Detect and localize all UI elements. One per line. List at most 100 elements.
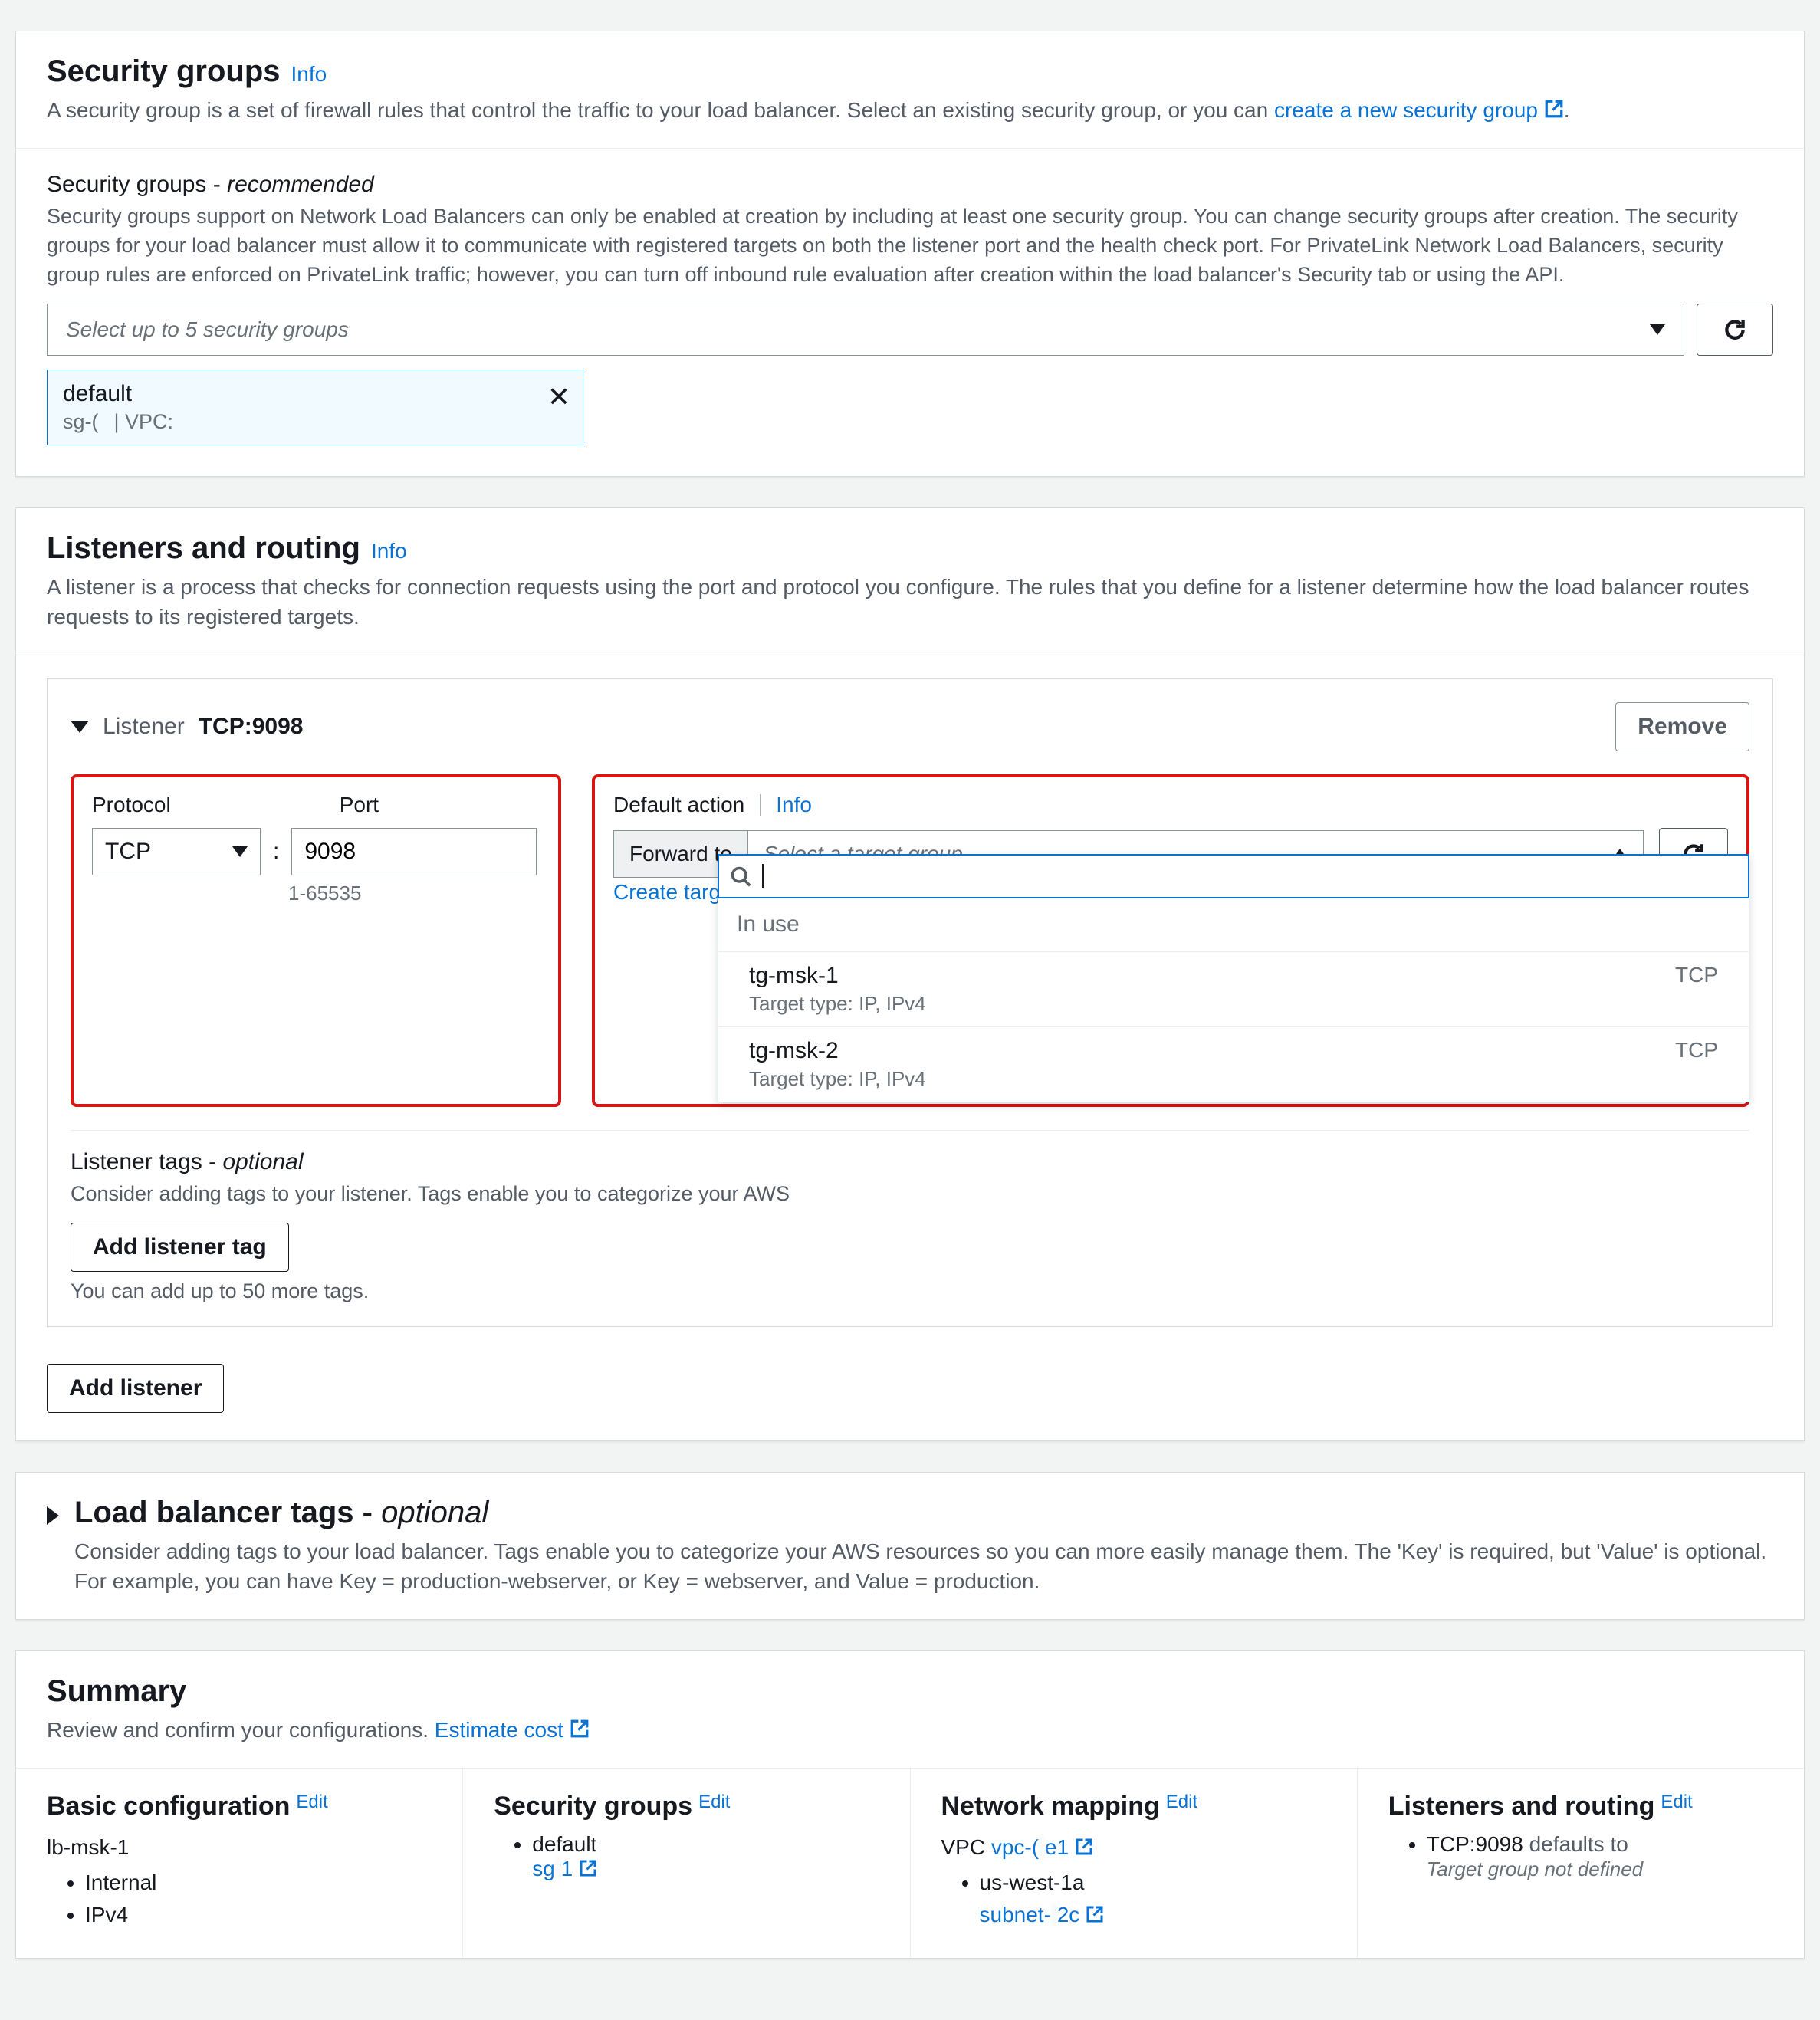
refresh-sg-button[interactable] — [1697, 304, 1773, 356]
dropdown-group-label: In use — [718, 898, 1749, 951]
security-groups-panel: Security groups Info A security group is… — [15, 31, 1805, 477]
sg-sub-title: Security groups - recommended — [47, 172, 1773, 198]
listeners-info-link[interactable]: Info — [371, 539, 407, 563]
edit-lr-link[interactable]: Edit — [1661, 1792, 1692, 1813]
listeners-desc: A listener is a process that checks for … — [47, 572, 1773, 632]
default-action-label: Default action — [613, 793, 744, 817]
sg-item: default — [532, 1832, 596, 1856]
remove-chip-icon[interactable]: ✕ — [547, 381, 570, 413]
vpc-redact — [1039, 1835, 1045, 1859]
default-action-info[interactable]: Info — [776, 793, 812, 817]
az: us-west-1a — [980, 1871, 1085, 1894]
lbt-title-pre: Load balancer tags - — [74, 1496, 381, 1529]
protocol-port-group: Protocol Port TCP : 1-65535 — [71, 774, 561, 1107]
sg-chip-name: default — [63, 381, 567, 407]
listener-label-main: TCP:9098 — [199, 714, 304, 740]
vpc-pre: vpc-( — [991, 1835, 1039, 1859]
colon: : — [273, 839, 279, 865]
summary-desc: Review and confirm your configurations. — [47, 1718, 435, 1742]
sg-link[interactable]: sg 1 — [532, 1857, 597, 1880]
edit-sg-link[interactable]: Edit — [698, 1792, 730, 1813]
sg-multiselect[interactable]: Select up to 5 security groups — [47, 304, 1684, 356]
protocol-value: TCP — [105, 839, 151, 865]
create-sg-link[interactable]: create a new security group — [1274, 98, 1538, 122]
add-listener-tag-button[interactable]: Add listener tag — [71, 1223, 289, 1272]
dropdown-option[interactable]: tg-msk-1 Target type: IP, IPv4 TCP — [718, 951, 1749, 1026]
tags-title-pre: Listener tags - — [71, 1149, 222, 1174]
sg-col-title: Security groups — [494, 1792, 692, 1821]
divider — [760, 794, 761, 816]
subnet-redact — [1051, 1903, 1057, 1926]
opt-sub: Target type: IP, IPv4 — [749, 992, 926, 1016]
vpc-suf: e1 — [1045, 1835, 1069, 1859]
subnet-suf: 2c — [1057, 1903, 1080, 1926]
add-listener-button[interactable]: Add listener — [47, 1364, 224, 1413]
tags-title-opt: optional — [222, 1149, 303, 1174]
sg-inner: Security groups - recommended Security g… — [16, 148, 1804, 475]
sg-link-suf: 1 — [561, 1857, 573, 1880]
dropdown-option[interactable]: tg-msk-2 Target type: IP, IPv4 TCP — [718, 1026, 1749, 1102]
external-link-icon — [570, 1719, 590, 1739]
dropdown-search[interactable] — [718, 854, 1749, 898]
caret-down-icon — [71, 721, 89, 733]
subnet-link[interactable]: subnet- 2c — [980, 1903, 1105, 1926]
lb-name: lb-msk-1 — [47, 1835, 432, 1860]
sg-chip-default: default sg-( | VPC: ✕ — [47, 370, 583, 445]
net-title: Network mapping — [941, 1792, 1160, 1821]
sg-link-redact — [555, 1857, 561, 1880]
lb-tags-panel: Load balancer tags - optional Consider a… — [15, 1472, 1805, 1620]
sg-chip-sg: sg-( — [63, 410, 99, 433]
subnet-pre: subnet- — [980, 1903, 1051, 1926]
chevron-down-icon — [232, 846, 248, 857]
protocol-select[interactable]: TCP — [92, 828, 261, 875]
sg-select-placeholder: Select up to 5 security groups — [66, 317, 349, 342]
sg-desc-post: . — [1564, 98, 1570, 122]
sg-header: Security groups Info A security group is… — [16, 31, 1804, 148]
vpc-label: VPC — [941, 1835, 986, 1859]
tags-desc: Consider adding tags to your listener. T… — [71, 1180, 1749, 1209]
protocol-label: Protocol — [92, 793, 171, 817]
sg-link-pre: sg — [532, 1857, 555, 1880]
opt-name: tg-msk-1 — [749, 963, 926, 989]
target-group-dropdown: In use tg-msk-1 Target type: IP, IPv4 TC… — [718, 854, 1749, 1102]
chevron-down-icon — [1650, 324, 1665, 335]
listener-tags: Listener tags - optional Consider adding… — [71, 1130, 1749, 1303]
listeners-panel: Listeners and routing Info A listener is… — [15, 507, 1805, 1441]
sg-title: Security groups — [47, 54, 281, 89]
vpc-link[interactable]: vpc-( e1 — [991, 1835, 1093, 1859]
sg-desc-text: A security group is a set of firewall ru… — [47, 98, 1274, 122]
listener-toggle[interactable]: Listener TCP:9098 — [71, 714, 303, 740]
edit-basic-link[interactable]: Edit — [296, 1792, 327, 1813]
listener-item: Listener TCP:9098 Remove Protocol Port T… — [47, 678, 1773, 1327]
caret-right-icon[interactable] — [47, 1506, 59, 1525]
sg-subtitle-rec: recommended — [227, 172, 374, 197]
lr-title: Listeners and routing — [1388, 1792, 1655, 1821]
search-icon — [730, 865, 751, 887]
lr-item: TCP:9098 — [1427, 1832, 1523, 1856]
lbt-title-opt: optional — [381, 1496, 488, 1529]
basic-item: Internal — [85, 1871, 432, 1895]
edit-net-link[interactable]: Edit — [1166, 1792, 1197, 1813]
basic-item: IPv4 — [85, 1903, 432, 1927]
sg-subtitle-pre: Security groups - — [47, 172, 227, 197]
estimate-cost-link[interactable]: Estimate cost — [435, 1718, 563, 1742]
port-hint: 1-65535 — [288, 882, 540, 905]
external-link-icon — [1075, 1838, 1093, 1856]
opt-sub: Target type: IP, IPv4 — [749, 1067, 926, 1091]
default-action-group: Default action Info Forward to Select a … — [592, 774, 1749, 1107]
port-label: Port — [340, 793, 379, 817]
tags-note: You can add up to 50 more tags. — [71, 1279, 1749, 1303]
summary-listeners: Listeners and routing Edit TCP:9098 defa… — [1358, 1769, 1804, 1958]
listener-label-pre: Listener — [103, 714, 185, 740]
sg-desc: A security group is a set of firewall ru… — [47, 95, 1773, 125]
summary-panel: Summary Review and confirm your configur… — [15, 1650, 1805, 1959]
port-input[interactable] — [291, 828, 537, 875]
lbt-desc: Consider adding tags to your load balanc… — [74, 1536, 1773, 1596]
external-link-icon — [1544, 99, 1564, 119]
opt-proto: TCP — [1675, 963, 1718, 987]
remove-listener-button[interactable]: Remove — [1615, 702, 1749, 751]
sg-info-link[interactable]: Info — [291, 62, 327, 87]
basic-title: Basic configuration — [47, 1792, 290, 1821]
opt-proto: TCP — [1675, 1038, 1718, 1063]
opt-name: tg-msk-2 — [749, 1038, 926, 1064]
